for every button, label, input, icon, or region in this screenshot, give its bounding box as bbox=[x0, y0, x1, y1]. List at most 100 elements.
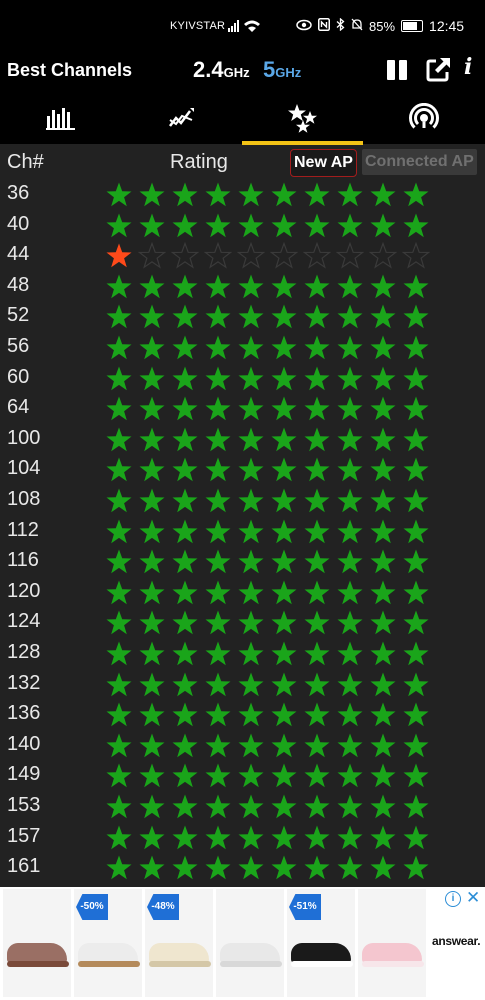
ad-brand-logo[interactable]: answear. bbox=[432, 934, 481, 948]
star-filled-icon bbox=[106, 335, 132, 360]
band-5-unit: GHz bbox=[275, 65, 302, 80]
star-filled-icon bbox=[370, 641, 396, 666]
star-filled-icon bbox=[337, 396, 363, 421]
star-filled-icon bbox=[403, 641, 429, 666]
ad-banner[interactable]: -50% -48% -51% i ✕ answear. bbox=[0, 887, 485, 1000]
star-filled-icon bbox=[403, 488, 429, 513]
star-filled-icon bbox=[172, 763, 198, 788]
star-filled-icon bbox=[139, 519, 165, 543]
star-filled-icon bbox=[205, 702, 231, 727]
star-filled-icon bbox=[238, 488, 264, 513]
info-button[interactable]: i bbox=[464, 54, 472, 80]
star-filled-icon bbox=[172, 794, 198, 819]
star-filled-icon bbox=[172, 641, 198, 666]
star-filled-icon bbox=[238, 213, 264, 237]
tab-channel-rating[interactable] bbox=[242, 92, 363, 144]
star-filled-icon bbox=[304, 763, 330, 788]
channel-number: 120 bbox=[7, 579, 41, 602]
star-filled-icon bbox=[304, 213, 330, 237]
star-filled-icon bbox=[337, 672, 363, 696]
ad-product[interactable]: -48% bbox=[145, 889, 213, 997]
ad-product[interactable] bbox=[216, 889, 284, 997]
connected-ap-button[interactable]: Connected AP bbox=[362, 149, 477, 175]
star-filled-icon bbox=[205, 672, 231, 696]
star-filled-icon bbox=[139, 488, 165, 513]
clock: 12:45 bbox=[429, 18, 465, 34]
star-filled-icon bbox=[106, 610, 132, 635]
ad-close-icon[interactable]: ✕ bbox=[466, 888, 480, 908]
star-filled-icon bbox=[205, 427, 231, 451]
access-point-icon bbox=[408, 103, 439, 129]
star-filled-icon bbox=[370, 549, 396, 574]
star-filled-icon bbox=[238, 702, 264, 727]
channel-number: 40 bbox=[7, 212, 30, 235]
ad-product[interactable] bbox=[3, 889, 71, 997]
ad-info-icon[interactable]: i bbox=[445, 891, 461, 907]
star-filled-icon bbox=[403, 763, 429, 788]
star-filled-icon bbox=[139, 672, 165, 696]
star-filled-icon bbox=[139, 366, 165, 390]
star-filled-icon bbox=[271, 304, 297, 329]
star-filled-icon bbox=[370, 763, 396, 788]
star-filled-icon bbox=[238, 304, 264, 329]
column-header-channel: Ch# bbox=[7, 151, 44, 173]
star-filled-icon bbox=[172, 274, 198, 298]
star-filled-icon bbox=[238, 274, 264, 298]
star-filled-icon bbox=[271, 672, 297, 696]
star-filled-icon bbox=[139, 457, 165, 482]
star-filled-icon bbox=[106, 641, 132, 666]
star-filled-icon bbox=[337, 304, 363, 329]
star-filled-icon bbox=[271, 519, 297, 543]
star-filled-icon bbox=[304, 855, 330, 880]
ad-product[interactable] bbox=[358, 889, 426, 997]
open-external-button[interactable] bbox=[426, 56, 452, 82]
star-filled-icon bbox=[106, 304, 132, 329]
star-filled-icon bbox=[106, 763, 132, 788]
star-filled-icon bbox=[106, 457, 132, 482]
star-filled-icon bbox=[139, 733, 165, 757]
star-filled-icon bbox=[238, 855, 264, 880]
star-filled-icon bbox=[337, 610, 363, 635]
star-filled-icon bbox=[370, 825, 396, 849]
channel-row: 112 bbox=[0, 517, 485, 547]
star-filled-icon bbox=[403, 610, 429, 635]
channel-row: 60 bbox=[0, 364, 485, 394]
ad-product[interactable]: -50% bbox=[74, 889, 142, 997]
shoe-sole bbox=[220, 961, 282, 967]
star-filled-icon bbox=[205, 733, 231, 757]
band-24ghz-toggle[interactable]: 2.4GHz bbox=[193, 57, 250, 83]
channel-number: 100 bbox=[7, 426, 41, 449]
star-filled-icon bbox=[139, 335, 165, 360]
star-filled-icon bbox=[172, 733, 198, 757]
star-filled-icon bbox=[271, 855, 297, 880]
ad-product[interactable]: -51% bbox=[287, 889, 355, 997]
star-filled-icon bbox=[238, 763, 264, 788]
star-filled-icon bbox=[337, 825, 363, 849]
star-filled-icon bbox=[337, 855, 363, 880]
star-filled-icon bbox=[337, 457, 363, 482]
channel-number: 44 bbox=[7, 243, 30, 266]
tab-time-graph[interactable] bbox=[121, 92, 242, 144]
star-filled-icon bbox=[106, 366, 132, 390]
star-filled-icon bbox=[205, 641, 231, 666]
tab-access-points[interactable] bbox=[363, 92, 484, 144]
star-filled-icon bbox=[139, 641, 165, 666]
star-filled-icon bbox=[337, 549, 363, 574]
tab-bar-chart[interactable] bbox=[0, 92, 121, 144]
star-filled-icon bbox=[139, 580, 165, 604]
star-filled-icon bbox=[139, 396, 165, 421]
star-filled-icon bbox=[304, 274, 330, 298]
band-5ghz-toggle[interactable]: 5GHz bbox=[263, 57, 301, 83]
channel-number: 48 bbox=[7, 273, 30, 296]
stars-icon bbox=[287, 104, 317, 133]
shoe-sole bbox=[149, 961, 211, 967]
pause-button[interactable] bbox=[385, 58, 409, 82]
star-empty-icon bbox=[303, 242, 331, 269]
star-filled-icon bbox=[106, 488, 132, 513]
star-filled-icon bbox=[304, 610, 330, 635]
star-filled-icon bbox=[205, 182, 231, 207]
star-empty-icon bbox=[237, 242, 265, 269]
new-ap-button[interactable]: New AP bbox=[290, 149, 357, 177]
star-filled-icon bbox=[106, 702, 132, 727]
battery-percent: 85% bbox=[369, 18, 396, 34]
